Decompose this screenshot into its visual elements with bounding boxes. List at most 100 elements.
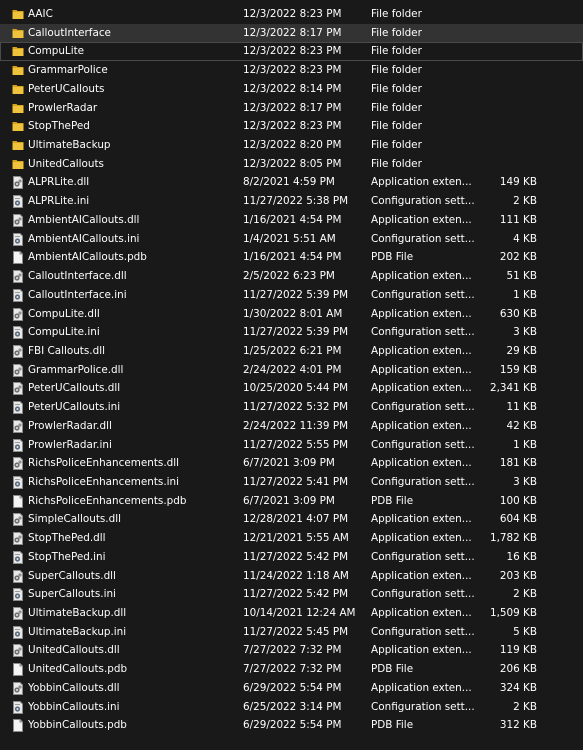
dll-file-icon [12, 176, 24, 190]
file-name: UnitedCallouts.dll [28, 644, 120, 657]
blank-file-icon [12, 719, 24, 733]
file-name: UnitedCallouts [28, 157, 104, 170]
file-size: 1 KB [513, 288, 537, 301]
file-row[interactable]: SuperCallouts.ini 11/27/2022 5:42 PM Confi… [0, 585, 583, 604]
config-file-icon [12, 588, 24, 602]
file-row[interactable]: ProwlerRadar.ini 11/27/2022 5:55 PM Config… [0, 436, 583, 455]
file-row[interactable]: RichsPoliceEnhancements.ini 11/27/2022 5:… [0, 473, 583, 492]
file-date-modified: 1/4/2021 5:51 AM [243, 232, 336, 245]
file-row[interactable]: StopThePed.dll 12/21/2021 5:55 AM Applicat… [0, 529, 583, 548]
file-row[interactable]: YobbinCallouts.pdb 6/29/2022 5:54 PM PDB F… [0, 716, 583, 735]
file-row[interactable]: AAIC 12/3/2022 8:23 PM File folder [0, 5, 583, 24]
file-date-modified: 1/30/2022 8:01 AM [243, 307, 343, 320]
file-row[interactable]: CalloutInterface.ini 11/27/2022 5:39 PM Co… [0, 286, 583, 305]
folder-icon [12, 139, 24, 152]
file-size: 3 KB [513, 326, 537, 339]
file-date-modified: 12/3/2022 8:23 PM [243, 8, 342, 20]
file-name: GrammarPolice.dll [28, 363, 124, 376]
blank-file-icon [12, 251, 24, 265]
config-file-icon [12, 326, 24, 340]
file-size: 51 KB [506, 270, 537, 283]
file-row[interactable]: AmbientAICallouts.ini 1/4/2021 5:51 AM Con… [0, 230, 583, 249]
file-date-modified: 12/3/2022 8:17 PM [243, 101, 342, 114]
dll-file-icon [12, 307, 24, 321]
file-row[interactable]: GrammarPolice.dll 2/24/2022 4:01 PM Applic… [0, 361, 583, 380]
file-size: 100 KB [499, 494, 537, 507]
file-row[interactable]: PeterUCallouts.ini 11/27/2022 5:32 PM Conf… [0, 398, 583, 417]
dll-file-icon [12, 382, 24, 396]
file-date-modified: 10/25/2020 5:44 PM [243, 382, 349, 395]
dll-file-icon [12, 419, 24, 433]
config-file-icon [12, 288, 24, 302]
file-row[interactable]: AmbientAICallouts.pdb 1/16/2021 4:54 PM PD… [0, 248, 583, 267]
file-date-modified: 12/3/2022 8:23 PM [243, 120, 342, 133]
file-date-modified: 11/27/2022 5:55 PM [243, 438, 349, 451]
file-type: File folder [371, 45, 422, 58]
file-size: 159 KB [499, 363, 537, 376]
file-row[interactable]: UltimateBackup.dll 10/14/2021 12:24 AM App… [0, 604, 583, 623]
file-row[interactable]: CompuLite.dll 1/30/2022 8:01 AM Applicatio… [0, 305, 583, 324]
file-name: UltimateBackup.ini [28, 625, 127, 638]
file-row[interactable]: CompuLite.ini 11/27/2022 5:39 PM Configura… [0, 323, 583, 342]
file-date-modified: 6/29/2022 5:54 PM [243, 681, 342, 694]
blank-file-icon [12, 663, 24, 677]
file-row[interactable]: CalloutInterface 12/3/2022 8:17 PM File fo… [0, 23, 583, 43]
file-name: SuperCallouts.dll [28, 569, 116, 582]
file-row[interactable]: PeterUCallouts 12/3/2022 8:14 PM File fold… [0, 80, 583, 99]
file-row[interactable]: UnitedCallouts.pdb 7/27/2022 7:32 PM PDB F… [0, 660, 583, 679]
file-date-modified: 12/3/2022 8:05 PM [243, 157, 342, 170]
file-type: Application exten... [371, 569, 472, 582]
file-name: CalloutInterface [28, 26, 111, 39]
file-row[interactable]: StopThePed 12/3/2022 8:23 PM File folder [0, 117, 583, 136]
file-size: 4 KB [513, 232, 537, 245]
file-date-modified: 8/2/2021 4:59 PM [243, 176, 335, 189]
file-name: ALPRLite.dll [28, 176, 90, 189]
file-size: 111 KB [499, 213, 537, 226]
file-row[interactable]: CompuLite 12/3/2022 8:23 PM File folder [0, 42, 583, 62]
file-row[interactable]: ProwlerRadar 12/3/2022 8:17 PM File folder [0, 99, 583, 118]
file-row[interactable]: ProwlerRadar.dll 2/24/2022 11:39 PM Applic… [0, 417, 583, 436]
file-row[interactable]: ALPRLite.dll 8/2/2021 4:59 PM Application … [0, 173, 583, 192]
file-row[interactable]: UltimateBackup.ini 11/27/2022 5:45 PM Conf… [0, 623, 583, 642]
file-row[interactable]: FBI Callouts.dll 1/25/2022 6:21 PM Applica… [0, 342, 583, 361]
file-type: Application exten... [371, 513, 472, 526]
file-row[interactable]: YobbinCallouts.dll 6/29/2022 5:54 PM Appli… [0, 679, 583, 698]
file-size: 5 KB [513, 625, 537, 638]
dll-file-icon [12, 344, 24, 358]
file-row[interactable]: UnitedCallouts 12/3/2022 8:05 PM File fold… [0, 155, 583, 174]
file-type: File folder [371, 120, 422, 133]
file-type: Configuration sett... [371, 550, 475, 563]
dll-file-icon [12, 363, 24, 377]
file-row[interactable]: UltimateBackup 12/3/2022 8:20 PM File fold… [0, 136, 583, 155]
folder-icon [12, 45, 24, 58]
file-row[interactable]: RichsPoliceEnhancements.pdb 6/7/2021 3:09… [0, 492, 583, 511]
file-name: SuperCallouts.ini [28, 588, 116, 601]
file-row[interactable]: ALPRLite.ini 11/27/2022 5:38 PM Configurat… [0, 192, 583, 211]
file-type: Configuration sett... [371, 700, 475, 713]
file-size: 2,341 KB [490, 382, 537, 395]
file-type: PDB File [371, 251, 414, 264]
file-name: YobbinCallouts.ini [28, 700, 120, 713]
folder-icon [12, 158, 24, 171]
file-name: RichsPoliceEnhancements.pdb [28, 494, 187, 507]
file-row[interactable]: RichsPoliceEnhancements.dll 6/7/2021 3:09… [0, 454, 583, 473]
file-date-modified: 11/27/2022 5:42 PM [243, 588, 349, 601]
file-row[interactable]: SimpleCallouts.dll 12/28/2021 4:07 PM Appl… [0, 510, 583, 529]
file-row[interactable]: SuperCallouts.dll 11/24/2022 1:18 AM Appli… [0, 567, 583, 586]
file-size: 202 KB [499, 251, 537, 264]
file-date-modified: 11/27/2022 5:32 PM [243, 401, 349, 414]
file-row[interactable]: PeterUCallouts.dll 10/25/2020 5:44 PM Appl… [0, 379, 583, 398]
file-date-modified: 7/27/2022 7:32 PM [243, 663, 342, 676]
file-row[interactable]: StopThePed.ini 11/27/2022 5:42 PM Configur… [0, 548, 583, 567]
folder-icon [12, 83, 24, 96]
file-date-modified: 12/3/2022 8:17 PM [243, 26, 342, 39]
file-row[interactable]: UnitedCallouts.dll 7/27/2022 7:32 PM Appli… [0, 641, 583, 660]
file-date-modified: 12/21/2021 5:55 AM [243, 532, 349, 545]
file-row[interactable]: CalloutInterface.dll 2/5/2022 6:23 PM Appl… [0, 267, 583, 286]
file-name: FBI Callouts.dll [28, 344, 105, 357]
file-row[interactable]: AmbientAICallouts.dll 1/16/2021 4:54 PM Ap… [0, 211, 583, 230]
file-type: File folder [371, 82, 422, 95]
file-row[interactable]: YobbinCallouts.ini 6/25/2022 3:14 PM Confi… [0, 698, 583, 717]
file-row[interactable]: GrammarPolice 12/3/2022 8:23 PM File folde… [0, 61, 583, 80]
file-name: CompuLite [28, 45, 85, 58]
